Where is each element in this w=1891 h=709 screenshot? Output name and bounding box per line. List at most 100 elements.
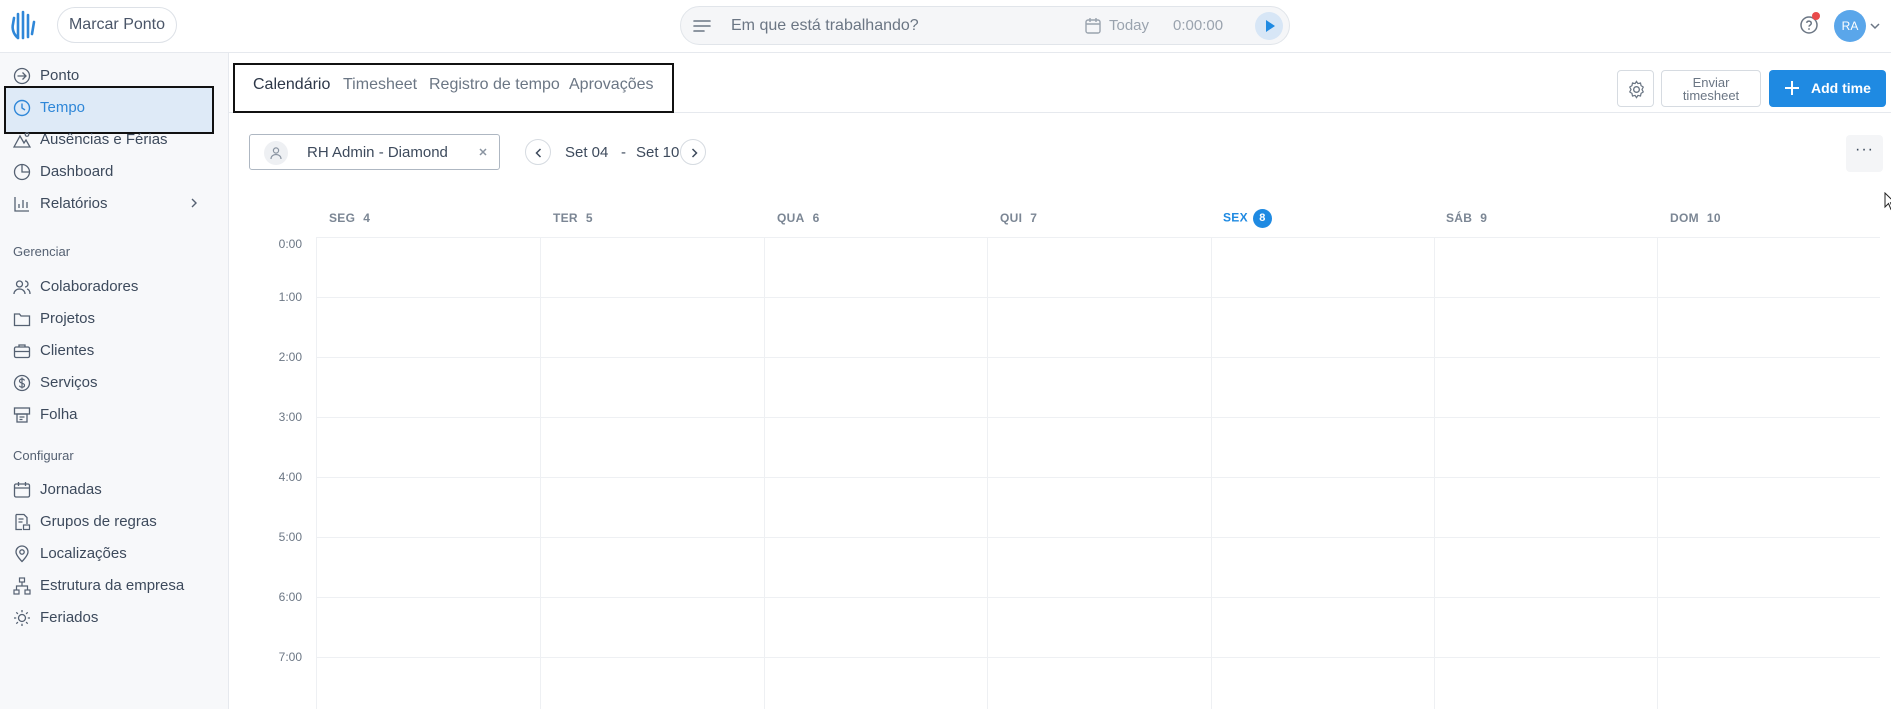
location-icon — [15, 545, 29, 563]
hour-label: 6:00 — [278, 590, 302, 604]
hour-label: 3:00 — [278, 410, 302, 424]
hour-label: 1:00 — [278, 290, 302, 304]
play-icon — [1266, 20, 1275, 32]
sidebar-item-projetos[interactable]: Projetos — [0, 303, 229, 335]
chevron-right-icon — [191, 198, 197, 208]
briefcase-icon — [13, 344, 31, 359]
range-end: Set 10 — [636, 144, 680, 161]
sidebar-item-label: Folha — [40, 406, 78, 423]
day-number: 4 — [363, 211, 371, 225]
calendar-settings-button[interactable] — [1617, 70, 1654, 107]
week-calendar-grid[interactable]: 0:00 1:00 2:00 3:00 4:00 5:00 6:00 7:00 — [250, 237, 1880, 709]
day-number: 6 — [812, 211, 820, 225]
hour-gridline — [316, 597, 1880, 598]
calendar-icon[interactable] — [1084, 17, 1102, 35]
clock-in-icon — [13, 67, 31, 85]
day-number: 10 — [1706, 211, 1721, 225]
user-filter-chip[interactable]: RH Admin - Diamond — [249, 134, 500, 170]
day-column-divider — [764, 237, 765, 709]
plus-icon — [1785, 81, 1799, 95]
hand-logo-icon[interactable] — [10, 10, 36, 40]
tab-registro-de-tempo[interactable]: Registro de tempo — [429, 76, 560, 94]
more-options-button[interactable]: ··· — [1846, 135, 1883, 172]
hour-gridline — [316, 537, 1880, 538]
sidebar-item-label: Clientes — [40, 342, 95, 359]
sidebar-item-jornadas[interactable]: Jornadas — [0, 474, 229, 506]
day-header-qua: QUA 6 — [777, 211, 820, 225]
sidebar-item-relatorios[interactable]: Relatórios — [0, 188, 229, 220]
day-name: SEX — [1223, 210, 1248, 225]
day-column-divider — [1434, 237, 1435, 709]
day-header-sex: SEX 8 — [1223, 209, 1272, 228]
day-header-ter: TER 5 — [553, 211, 593, 225]
range-separator: - — [621, 144, 626, 161]
sidebar-item-dashboard[interactable]: Dashboard — [0, 156, 229, 188]
sidebar-item-label: Feriados — [40, 609, 99, 626]
sidebar-item-feriados[interactable]: Feriados — [0, 602, 229, 634]
enviar-timesheet-button[interactable]: Enviar timesheet — [1661, 70, 1761, 107]
sidebar-item-label: Serviços — [40, 374, 98, 391]
sidebar-item-label: Projetos — [40, 310, 96, 327]
tab-bar: Calendário Timesheet Registro de tempo A… — [229, 53, 1891, 113]
day-column-divider — [316, 237, 317, 709]
hour-gridline — [316, 657, 1880, 658]
notification-dot — [1812, 12, 1820, 20]
user-filter-name: RH Admin - Diamond — [307, 144, 448, 161]
task-description-input[interactable] — [731, 12, 1051, 40]
hour-label: 2:00 — [278, 350, 302, 364]
time-tracker-bar: Today 0:00:00 — [680, 6, 1290, 45]
sidebar-item-servicos[interactable]: Serviços — [0, 367, 229, 399]
folder-icon — [13, 313, 31, 327]
chevron-down-icon[interactable] — [1869, 20, 1881, 32]
start-timer-button[interactable] — [1255, 12, 1283, 40]
tab-aprovacoes[interactable]: Aprovações — [569, 76, 654, 94]
clear-icon[interactable] — [477, 146, 489, 158]
sidebar-item-estrutura-da-empresa[interactable]: Estrutura da empresa — [0, 570, 229, 602]
tab-calendario[interactable]: Calendário — [253, 76, 330, 94]
day-name: SEG — [329, 211, 356, 225]
sidebar-item-label: Jornadas — [40, 481, 102, 498]
sidebar-item-label: Localizações — [40, 545, 127, 562]
sidebar-item-clientes[interactable]: Clientes — [0, 335, 229, 367]
add-time-button[interactable]: Add time — [1769, 70, 1886, 107]
sidebar-item-ausencias[interactable]: Ausências e Férias — [0, 124, 229, 156]
day-number: 7 — [1030, 211, 1038, 225]
sidebar-item-tempo[interactable]: Tempo — [0, 92, 229, 124]
top-bar: Marcar Ponto Today 0:00:00 RA — [0, 0, 1891, 53]
rules-icon — [15, 513, 31, 531]
sidebar-item-folha[interactable]: Folha — [0, 399, 229, 431]
prev-week-button[interactable] — [525, 139, 551, 165]
tab-timesheet[interactable]: Timesheet — [343, 76, 417, 94]
day-header-seg: SEG 4 — [329, 211, 370, 225]
next-week-button[interactable] — [680, 139, 706, 165]
sidebar-item-label: Grupos de regras — [40, 513, 157, 530]
sidebar-item-label: Colaboradores — [40, 278, 139, 295]
day-name: QUA — [777, 211, 805, 225]
calendar-icon — [13, 482, 31, 498]
date-today-label[interactable]: Today — [1109, 17, 1149, 34]
mouse-cursor-icon — [1884, 192, 1891, 211]
day-name: SÁB — [1446, 211, 1473, 225]
sidebar: Ponto Tempo Ausências e Férias Dashboard… — [0, 53, 229, 709]
sidebar-item-ponto[interactable]: Ponto — [0, 60, 229, 92]
day-column-divider — [1657, 237, 1658, 709]
sidebar-item-localizacoes[interactable]: Localizações — [0, 538, 229, 570]
sidebar-item-label: Tempo — [40, 99, 86, 116]
day-number: 9 — [1480, 211, 1488, 225]
user-icon — [264, 141, 288, 165]
day-name: TER — [553, 211, 578, 225]
clock-icon — [13, 99, 31, 117]
day-header-qui: QUI 7 — [1000, 211, 1037, 225]
sidebar-item-grupos-de-regras[interactable]: Grupos de regras — [0, 506, 229, 538]
sidebar-item-label: Ausências e Férias — [40, 131, 168, 148]
sidebar-item-label: Estrutura da empresa — [40, 577, 185, 594]
user-avatar[interactable]: RA — [1834, 10, 1866, 42]
chevron-left-icon — [535, 148, 542, 158]
sidebar-item-colaboradores[interactable]: Colaboradores — [0, 271, 229, 303]
hour-gridline — [316, 237, 1880, 238]
hour-gridline — [316, 297, 1880, 298]
enviar-label-line2: timesheet — [1682, 88, 1740, 103]
day-number: 5 — [585, 211, 593, 225]
marcar-ponto-button[interactable]: Marcar Ponto — [57, 7, 177, 43]
day-column-divider — [540, 237, 541, 709]
